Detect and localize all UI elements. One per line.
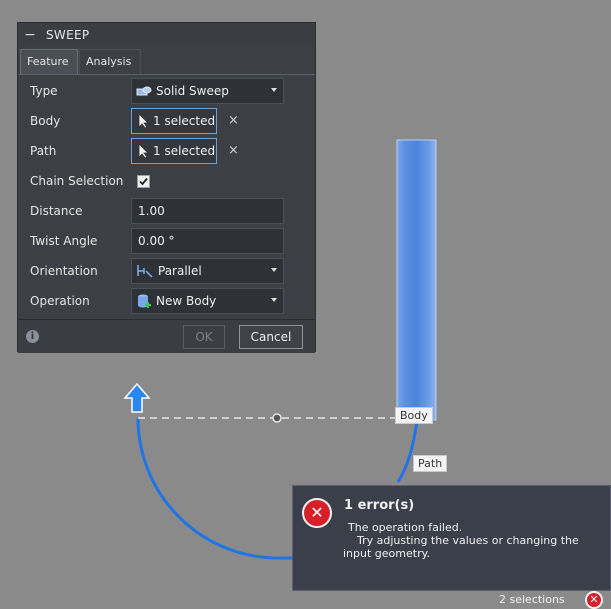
new-body-icon [138, 294, 151, 308]
body-selection-value: 1 selected [153, 114, 216, 128]
selection-count[interactable]: 2 selections [499, 593, 565, 606]
chevron-down-icon [271, 88, 277, 92]
collapse-icon[interactable]: − [20, 27, 40, 43]
twist-angle-row: Twist Angle [18, 228, 315, 256]
type-row: Type Solid Sweep [18, 78, 315, 106]
clear-selection-icon[interactable]: ✕ [585, 591, 603, 609]
twist-angle-field-wrap [131, 228, 284, 254]
info-icon[interactable]: i [26, 330, 39, 343]
chain-selection-row: Chain Selection [18, 168, 315, 196]
path-row: Path 1 selected × [18, 138, 315, 166]
orientation-dropdown[interactable]: Parallel [131, 258, 284, 284]
orientation-value: Parallel [158, 264, 202, 278]
ok-button[interactable]: OK [183, 325, 225, 349]
sweep-path-curve-right[interactable] [396, 419, 419, 483]
operation-value: New Body [156, 294, 217, 308]
distance-label: Distance [30, 204, 83, 218]
type-label: Type [30, 84, 58, 98]
orientation-row: Orientation Parallel [18, 258, 315, 286]
cursor-arrow-icon [138, 143, 149, 159]
direction-arrow-icon[interactable] [123, 382, 151, 413]
chain-selection-checkbox[interactable] [137, 175, 150, 188]
parallel-orientation-icon [137, 265, 153, 278]
cursor-arrow-icon [138, 113, 149, 129]
dialog-footer: i OK Cancel [18, 319, 315, 353]
operation-row: Operation New Body [18, 288, 315, 316]
sweep-dialog: − SWEEP Feature Analysis Type Solid Swee… [17, 22, 316, 353]
path-selection-button[interactable]: 1 selected [131, 138, 217, 164]
sweep-path-curve[interactable] [136, 417, 294, 560]
twist-angle-label: Twist Angle [30, 234, 98, 248]
checkmark-icon [139, 177, 148, 186]
dialog-header: − SWEEP [18, 23, 315, 47]
error-title: 1 error(s) [344, 498, 415, 513]
body-selection-button[interactable]: 1 selected [131, 108, 217, 134]
clear-body-icon[interactable]: × [228, 113, 239, 128]
error-message: The operation failed. [348, 521, 463, 534]
distance-row: Distance [18, 198, 315, 226]
distance-input[interactable] [136, 203, 280, 219]
operation-dropdown[interactable]: New Body [131, 288, 284, 314]
path-tag[interactable]: Path [413, 455, 448, 472]
clear-path-icon[interactable]: × [228, 143, 239, 158]
distance-field-wrap [131, 198, 284, 224]
solid-sweep-icon [136, 86, 152, 96]
error-detail: Try adjusting the values or changing the… [343, 534, 579, 560]
error-icon: ✕ [302, 498, 332, 528]
cancel-button[interactable]: Cancel [239, 325, 303, 349]
chevron-down-icon [271, 268, 277, 272]
path-label: Path [30, 144, 57, 158]
sweep-body-preview[interactable] [396, 139, 437, 421]
path-selection-value: 1 selected [153, 144, 216, 158]
error-notification: ✕ 1 error(s) The operation failed. Try a… [292, 485, 611, 591]
tab-analysis[interactable]: Analysis [79, 49, 141, 74]
dialog-title: SWEEP [46, 28, 90, 42]
type-dropdown[interactable]: Solid Sweep [131, 78, 284, 104]
body-row: Body 1 selected × [18, 108, 315, 136]
tab-feature[interactable]: Feature [20, 49, 78, 74]
twist-angle-input[interactable] [136, 233, 280, 249]
orientation-label: Orientation [30, 264, 98, 278]
type-value: Solid Sweep [156, 84, 229, 98]
operation-label: Operation [30, 294, 90, 308]
dialog-tabs: Feature Analysis [18, 47, 315, 75]
body-label: Body [30, 114, 61, 128]
chain-selection-label: Chain Selection [30, 174, 124, 188]
chevron-down-icon [271, 298, 277, 302]
body-tag[interactable]: Body [395, 407, 433, 424]
midpoint-marker[interactable] [272, 413, 282, 423]
